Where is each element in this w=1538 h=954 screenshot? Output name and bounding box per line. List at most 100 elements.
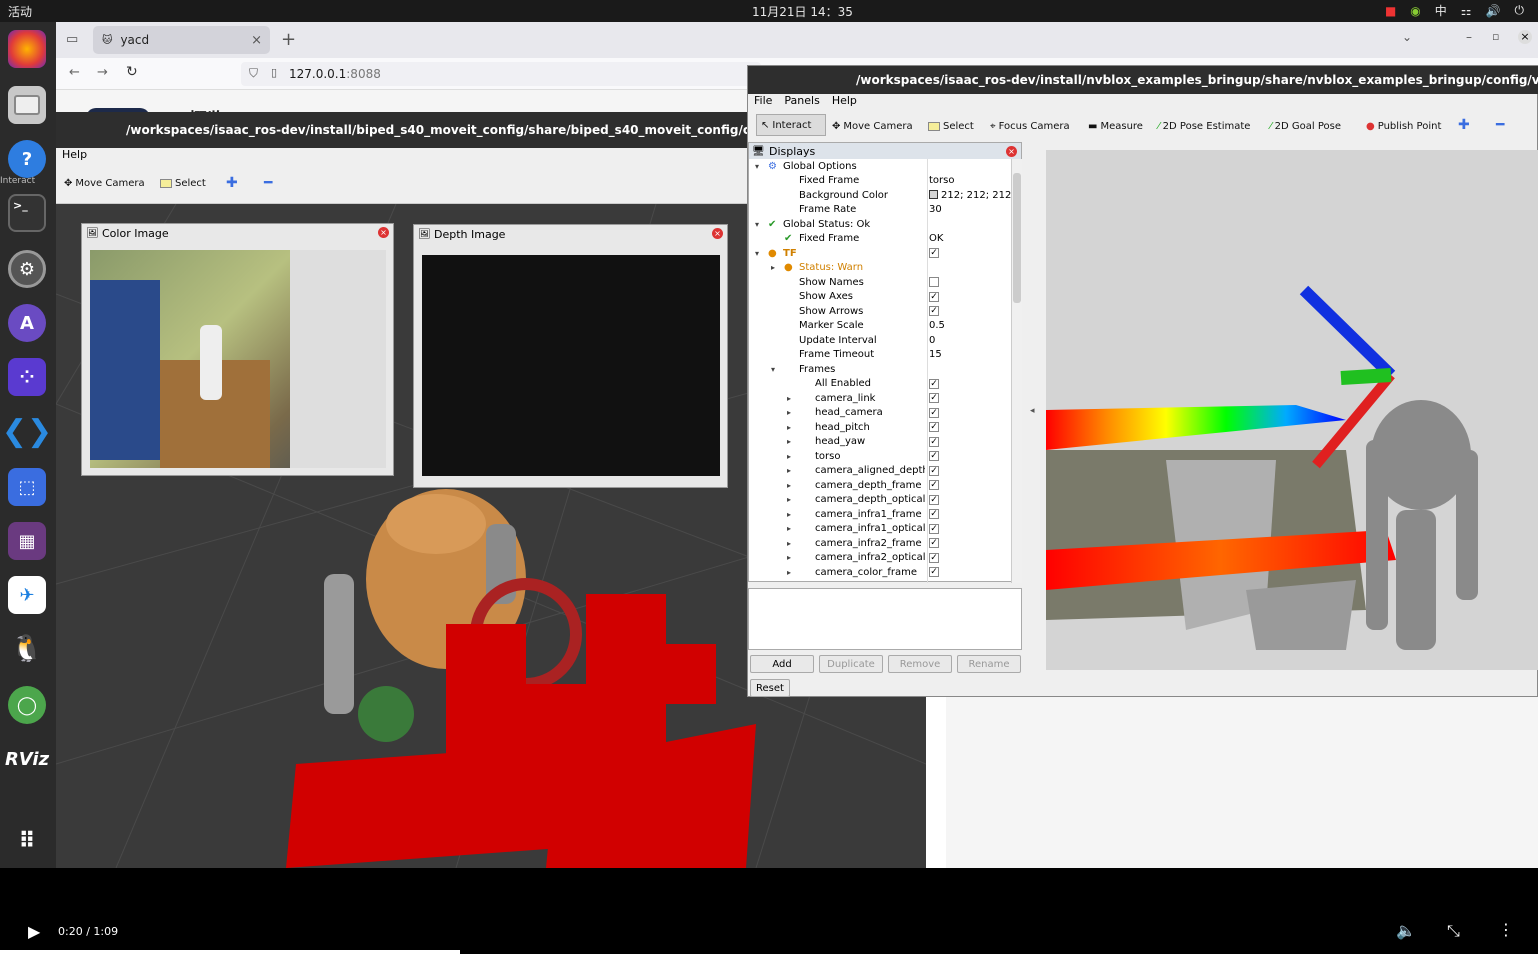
- display-row[interactable]: All Enabled ✓: [749, 377, 1011, 392]
- row-checkbox[interactable]: [929, 277, 939, 287]
- add-tool-icon[interactable]: ✚: [222, 172, 242, 194]
- display-row[interactable]: ▸ camera_infra2_optical_f... ✓: [749, 551, 1011, 566]
- remove-button[interactable]: Remove: [888, 655, 952, 673]
- add-tool-icon[interactable]: ✚: [1454, 114, 1474, 136]
- clock[interactable]: 11月21日 14：35: [752, 3, 853, 20]
- flathub-icon[interactable]: ⁘: [8, 358, 46, 396]
- display-row[interactable]: Marker Scale 0.5: [749, 319, 1011, 334]
- expand-right-icon[interactable]: ▸: [787, 408, 791, 417]
- expand-right-icon[interactable]: ▸: [787, 437, 791, 446]
- row-checkbox[interactable]: ✓: [929, 306, 939, 316]
- row-checkbox[interactable]: ✓: [929, 567, 939, 577]
- menu-help[interactable]: Help: [832, 94, 857, 110]
- zoom-icon[interactable]: ◯: [8, 686, 46, 724]
- expand-down-icon[interactable]: ▾: [755, 220, 759, 229]
- expand-right-icon[interactable]: ▸: [787, 553, 791, 562]
- row-value[interactable]: 0.5: [929, 320, 945, 331]
- settings-icon[interactable]: ⚙: [8, 250, 46, 288]
- display-row[interactable]: Update Interval 0: [749, 333, 1011, 348]
- firefox-icon[interactable]: [8, 30, 46, 68]
- volume-icon[interactable]: 🔈: [1396, 921, 1416, 940]
- tree-scrollbar[interactable]: [1011, 159, 1022, 583]
- tab-list-icon[interactable]: ⌄: [1402, 30, 1412, 44]
- row-checkbox[interactable]: ✓: [929, 451, 939, 461]
- expand-right-icon[interactable]: ▸: [787, 524, 791, 533]
- expand-down-icon[interactable]: ▾: [755, 162, 759, 171]
- row-checkbox[interactable]: ✓: [929, 494, 939, 505]
- move-camera-tool[interactable]: ✥ Move Camera: [828, 115, 917, 137]
- close-icon[interactable]: ×: [1006, 146, 1017, 157]
- display-row[interactable]: Fixed Frame torso: [749, 174, 1011, 189]
- display-row[interactable]: ▸ camera_infra1_frame ✓: [749, 507, 1011, 522]
- remove-tool-icon[interactable]: ━: [260, 172, 276, 194]
- expand-right-icon[interactable]: ▸: [787, 394, 791, 403]
- qq-icon[interactable]: 🐧: [8, 630, 46, 668]
- close-icon[interactable]: ×: [378, 227, 389, 238]
- display-row[interactable]: Frame Rate 30: [749, 203, 1011, 218]
- video-editor-icon[interactable]: ▦: [8, 522, 46, 560]
- display-row[interactable]: Show Arrows ✓: [749, 304, 1011, 319]
- display-row[interactable]: Show Axes ✓: [749, 290, 1011, 305]
- focus-camera-tool[interactable]: ⌖ Focus Camera: [986, 115, 1074, 137]
- display-row[interactable]: Frame Timeout 15: [749, 348, 1011, 363]
- duplicate-button[interactable]: Duplicate: [819, 655, 883, 673]
- row-checkbox[interactable]: ✓: [929, 422, 939, 432]
- screenshot-icon[interactable]: ⬚: [8, 468, 46, 506]
- display-row[interactable]: ▾ ● TF ✓: [749, 246, 1011, 261]
- expand-right-icon[interactable]: ▸: [787, 466, 791, 475]
- row-value[interactable]: 15: [929, 349, 942, 360]
- display-row[interactable]: ▸ ● Status: Warn: [749, 261, 1011, 276]
- add-button[interactable]: Add: [750, 655, 814, 673]
- row-checkbox[interactable]: ✓: [929, 552, 939, 563]
- row-value[interactable]: 30: [929, 204, 942, 215]
- shield-icon[interactable]: ⛉: [249, 66, 258, 81]
- close-window-icon[interactable]: ×: [1518, 30, 1532, 44]
- 3d-viewport[interactable]: [1046, 150, 1538, 670]
- close-tab-icon[interactable]: ×: [251, 33, 262, 48]
- row-checkbox[interactable]: ✓: [929, 378, 939, 389]
- row-checkbox[interactable]: ✓: [929, 480, 939, 490]
- display-row[interactable]: ▸ torso ✓: [749, 449, 1011, 464]
- video-progress[interactable]: [0, 950, 460, 954]
- page-icon[interactable]: ▯: [271, 66, 277, 79]
- expand-right-icon[interactable]: ▸: [787, 539, 791, 548]
- display-row[interactable]: ▾ ✔ Global Status: Ok: [749, 217, 1011, 232]
- display-row[interactable]: Show Names: [749, 275, 1011, 290]
- measure-tool[interactable]: ▬ Measure: [1084, 115, 1147, 137]
- display-row[interactable]: ▸ camera_depth_frame ✓: [749, 478, 1011, 493]
- tab-yacd[interactable]: 🐱 yacd ×: [93, 26, 270, 54]
- select-tool[interactable]: Select: [156, 172, 210, 194]
- row-value[interactable]: 0: [929, 335, 935, 346]
- rename-button[interactable]: Rename: [957, 655, 1021, 673]
- expand-right-icon[interactable]: ▸: [771, 263, 775, 272]
- input-method[interactable]: 中: [1435, 2, 1447, 19]
- help-icon[interactable]: ?: [8, 140, 46, 178]
- row-checkbox[interactable]: ✓: [929, 248, 939, 258]
- row-checkbox[interactable]: ✓: [929, 407, 939, 418]
- display-row[interactable]: ▸ head_camera ✓: [749, 406, 1011, 421]
- exit-fullscreen-icon[interactable]: ⤡: [1447, 921, 1460, 941]
- volume-icon[interactable]: 🔊: [1486, 4, 1501, 18]
- display-row[interactable]: ▸ camera_depth_optical_f... ✓: [749, 493, 1011, 508]
- url-field[interactable]: ⛉ ▯ 127.0.0.1:8088: [241, 62, 761, 86]
- vscode-icon[interactable]: ❮❯: [2, 412, 52, 450]
- menu-help[interactable]: Help: [62, 148, 87, 161]
- display-row[interactable]: ▸ camera_infra1_optical_f... ✓: [749, 522, 1011, 537]
- row-checkbox[interactable]: ✓: [929, 393, 939, 403]
- reset-button[interactable]: Reset: [750, 679, 790, 697]
- expand-down-icon[interactable]: ▾: [771, 365, 775, 374]
- row-checkbox[interactable]: ✓: [929, 523, 939, 534]
- minimize-icon[interactable]: –: [1466, 30, 1472, 44]
- select-tool[interactable]: Select: [924, 115, 978, 137]
- expand-right-icon[interactable]: ▸: [787, 481, 791, 490]
- expand-right-icon[interactable]: ▸: [787, 452, 791, 461]
- screen-record-icon[interactable]: ■: [1385, 4, 1396, 18]
- app-grid-icon[interactable]: ⠿: [8, 822, 46, 860]
- display-row[interactable]: ▸ camera_infra2_frame ✓: [749, 536, 1011, 551]
- row-checkbox[interactable]: ✓: [929, 291, 939, 302]
- display-row[interactable]: ▾ ⚙ Global Options: [749, 159, 1011, 174]
- collapse-panel-icon[interactable]: ◂: [1030, 406, 1035, 416]
- close-icon[interactable]: ×: [712, 228, 723, 239]
- row-checkbox[interactable]: ✓: [929, 538, 939, 548]
- color-image-panel[interactable]: 🖼 Color Image ×: [81, 223, 394, 476]
